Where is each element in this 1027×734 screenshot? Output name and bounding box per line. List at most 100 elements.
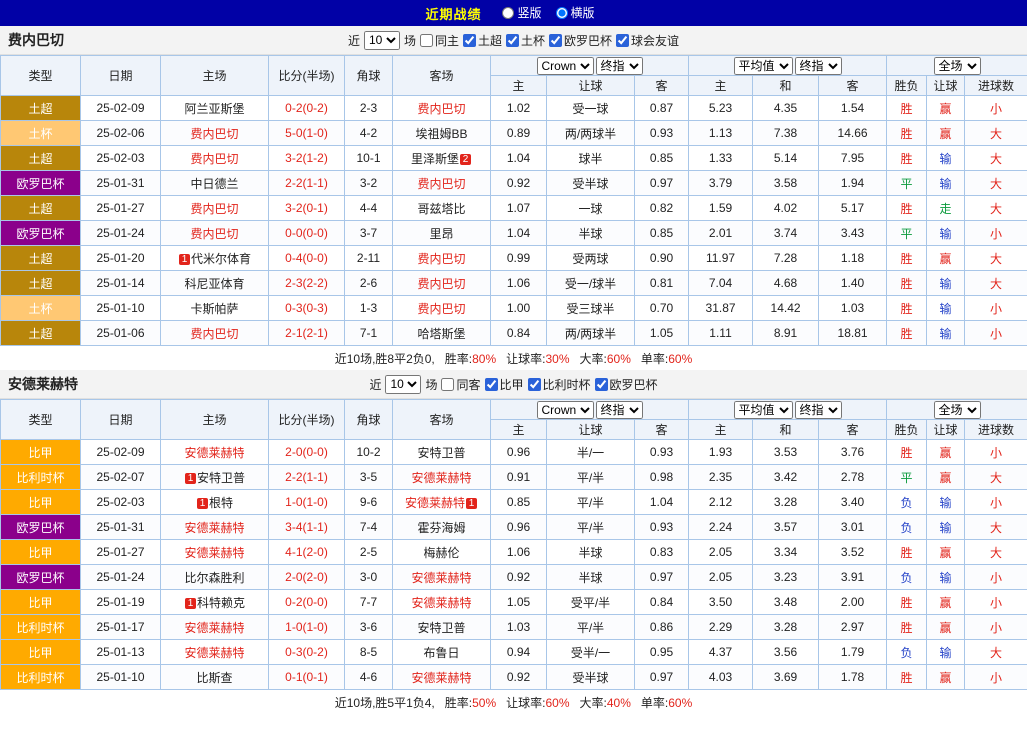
avg-stage-select[interactable]: 终指 (795, 401, 842, 419)
away-team-name[interactable]: 里泽斯堡 (411, 152, 459, 166)
layout-radio-input[interactable] (556, 7, 568, 19)
score-cell[interactable]: 5-0(1-0) (269, 121, 345, 146)
odds-company-select[interactable]: Crown (537, 401, 594, 419)
same-venue-checkbox-input[interactable] (441, 378, 454, 391)
home-team-name[interactable]: 中日德兰 (190, 177, 238, 191)
score-cell[interactable]: 1-0(1-0) (269, 615, 345, 640)
away-team-name[interactable]: 安德莱赫特 (411, 471, 471, 485)
score-cell[interactable]: 0-2(0-2) (269, 96, 345, 121)
score-cell[interactable]: 2-0(2-0) (269, 565, 345, 590)
league-filter-checkbox-欧罗巴杯[interactable]: 欧罗巴杯 (549, 32, 612, 49)
match-count-select[interactable]: 10 (364, 31, 400, 50)
score-cell[interactable]: 0-3(0-3) (269, 296, 345, 321)
same-venue-checkbox-input[interactable] (420, 34, 433, 47)
avg-type-select[interactable]: 平均值 (734, 401, 793, 419)
avg-draw-cell: 3.28 (753, 615, 819, 640)
odds-company-select[interactable]: Crown (537, 57, 594, 75)
away-team-name[interactable]: 布鲁日 (423, 646, 459, 660)
away-team-name[interactable]: 安德莱赫特 (411, 571, 471, 585)
away-team-name[interactable]: 费内巴切 (417, 277, 465, 291)
team-name: 安德莱赫特 (8, 374, 78, 394)
away-team-name[interactable]: 费内巴切 (417, 177, 465, 191)
score-cell[interactable]: 3-2(0-1) (269, 196, 345, 221)
home-team-name[interactable]: 安特卫普 (197, 471, 245, 485)
away-team-name[interactable]: 哈塔斯堡 (417, 327, 465, 341)
away-team-name[interactable]: 霍芬海姆 (417, 521, 465, 535)
away-team-name[interactable]: 里昂 (429, 227, 453, 241)
score-cell[interactable]: 3-2(1-2) (269, 146, 345, 171)
score-cell[interactable]: 0-1(0-1) (269, 665, 345, 690)
home-team-name[interactable]: 费内巴切 (190, 227, 238, 241)
avg-type-select[interactable]: 平均值 (734, 57, 793, 75)
league-filter-checkbox-input[interactable] (463, 34, 476, 47)
score-cell[interactable]: 2-1(2-1) (269, 321, 345, 346)
score-cell[interactable]: 1-0(1-0) (269, 490, 345, 515)
home-team-name[interactable]: 费内巴切 (190, 127, 238, 141)
league-filter-checkbox-input[interactable] (549, 34, 562, 47)
score-cell[interactable]: 2-2(1-1) (269, 171, 345, 196)
avg-away-cell: 3.76 (819, 440, 887, 465)
home-team-name[interactable]: 安德莱赫特 (184, 546, 244, 560)
score-cell[interactable]: 0-0(0-0) (269, 221, 345, 246)
home-team-name[interactable]: 比尔森胜利 (184, 571, 244, 585)
home-team-name[interactable]: 科特赖克 (197, 596, 245, 610)
league-filter-checkbox-input[interactable] (528, 378, 541, 391)
score-cell[interactable]: 4-1(2-0) (269, 540, 345, 565)
same-venue-checkbox-同客[interactable]: 同客 (441, 376, 480, 393)
score-cell[interactable]: 2-2(1-1) (269, 465, 345, 490)
home-team-name[interactable]: 卡斯帕萨 (190, 302, 238, 316)
away-team-name[interactable]: 费内巴切 (417, 102, 465, 116)
home-team-cell: 安德莱赫特 (161, 640, 269, 665)
league-filter-checkbox-比利时杯[interactable]: 比利时杯 (528, 376, 591, 393)
score-cell[interactable]: 0-3(0-2) (269, 640, 345, 665)
layout-radio-vertical[interactable]: 竖版 (502, 4, 541, 21)
home-team-name[interactable]: 代米尔体育 (191, 252, 251, 266)
away-team-name[interactable]: 安德莱赫特 (411, 671, 471, 685)
near-label: 近 (369, 376, 381, 393)
league-filter-checkbox-欧罗巴杯[interactable]: 欧罗巴杯 (595, 376, 658, 393)
league-filter-checkbox-input[interactable] (506, 34, 519, 47)
odds-stage-select[interactable]: 终指 (596, 57, 643, 75)
away-team-name[interactable]: 梅赫伦 (423, 546, 459, 560)
league-filter-checkbox-input[interactable] (616, 34, 629, 47)
same-venue-checkbox-同主[interactable]: 同主 (420, 32, 459, 49)
away-team-name[interactable]: 费内巴切 (417, 302, 465, 316)
odds-stage-select[interactable]: 终指 (596, 401, 643, 419)
home-team-name[interactable]: 安德莱赫特 (184, 646, 244, 660)
away-team-name[interactable]: 安德莱赫特 (405, 496, 465, 510)
score-cell[interactable]: 0-4(0-0) (269, 246, 345, 271)
league-filter-checkbox-input[interactable] (485, 378, 498, 391)
away-team-name[interactable]: 安特卫普 (417, 621, 465, 635)
date-cell: 25-01-20 (81, 246, 161, 271)
score-cell[interactable]: 2-3(2-2) (269, 271, 345, 296)
home-team-name[interactable]: 科尼亚体育 (184, 277, 244, 291)
layout-radio-horizontal[interactable]: 横版 (556, 4, 595, 21)
score-cell[interactable]: 3-4(1-1) (269, 515, 345, 540)
score-cell[interactable]: 2-0(0-0) (269, 440, 345, 465)
league-filter-checkbox-input[interactable] (595, 378, 608, 391)
layout-radio-input[interactable] (502, 7, 514, 19)
league-filter-checkbox-土杯[interactable]: 土杯 (506, 32, 545, 49)
avg-stage-select[interactable]: 终指 (795, 57, 842, 75)
home-team-name[interactable]: 费内巴切 (190, 202, 238, 216)
home-team-name[interactable]: 比斯查 (196, 671, 232, 685)
home-team-name[interactable]: 根特 (209, 496, 233, 510)
home-team-name[interactable]: 费内巴切 (190, 152, 238, 166)
league-filter-checkbox-土超[interactable]: 土超 (463, 32, 502, 49)
score-cell[interactable]: 0-2(0-0) (269, 590, 345, 615)
scope-select[interactable]: 全场 (934, 401, 981, 419)
away-team-name[interactable]: 安德莱赫特 (411, 596, 471, 610)
away-team-name[interactable]: 哥兹塔比 (417, 202, 465, 216)
home-team-name[interactable]: 安德莱赫特 (184, 521, 244, 535)
scope-select[interactable]: 全场 (934, 57, 981, 75)
league-filter-checkbox-比甲[interactable]: 比甲 (485, 376, 524, 393)
match-count-select[interactable]: 10 (385, 375, 421, 394)
home-team-name[interactable]: 费内巴切 (190, 327, 238, 341)
league-filter-checkbox-球会友谊[interactable]: 球会友谊 (616, 32, 679, 49)
away-team-name[interactable]: 费内巴切 (417, 252, 465, 266)
home-team-name[interactable]: 安德莱赫特 (184, 621, 244, 635)
away-team-name[interactable]: 埃祖姆BB (415, 127, 467, 141)
home-team-name[interactable]: 安德莱赫特 (184, 446, 244, 460)
home-team-name[interactable]: 阿兰亚斯堡 (184, 102, 244, 116)
away-team-name[interactable]: 安特卫普 (417, 446, 465, 460)
